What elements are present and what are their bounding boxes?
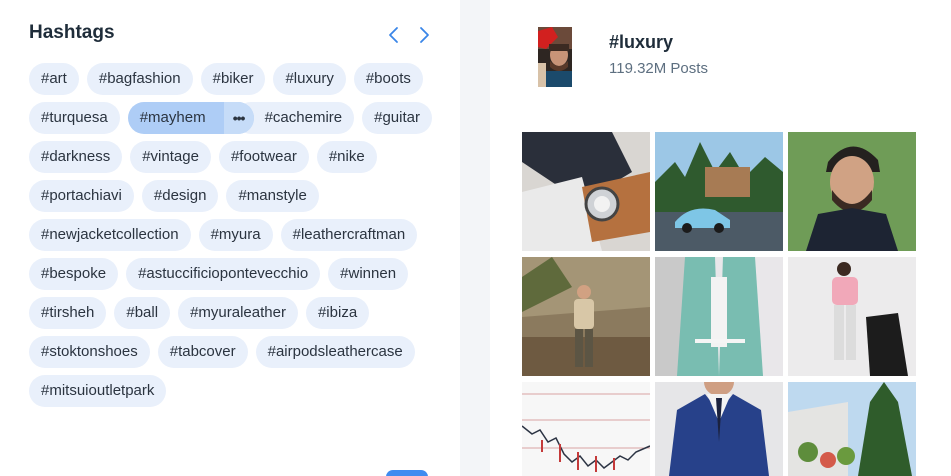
hashtag-chip[interactable]: #winnen: [328, 258, 409, 290]
chevron-left-icon[interactable]: [383, 24, 405, 46]
post-thumbnail[interactable]: [655, 132, 783, 251]
hashtag-chip[interactable]: #design: [141, 180, 219, 212]
hashtag-chip[interactable]: #footwear: [218, 141, 309, 173]
hashtag-chip[interactable]: #airpodsleathercase: [255, 336, 415, 368]
panel-divider: [460, 0, 490, 476]
post-thumbnail[interactable]: [522, 257, 650, 376]
more-horizontal-icon[interactable]: •••: [223, 102, 254, 134]
hashtag-chip-label: #mayhem: [139, 109, 206, 126]
hashtag-chip[interactable]: #newjacketcollection: [29, 219, 191, 251]
hashtag-chip[interactable]: #turquesa: [29, 102, 120, 134]
hashtag-detail-panel: #luxury 119.32M Posts: [490, 0, 951, 476]
hashtag-chip[interactable]: #art: [29, 63, 79, 95]
post-thumbnail[interactable]: [655, 257, 783, 376]
hashtag-chip[interactable]: #bespoke: [29, 258, 119, 290]
hashtag-chip[interactable]: #tabcover: [157, 336, 248, 368]
hashtag-chip[interactable]: #astuccificiopontevecchio: [126, 258, 321, 290]
hashtag-chip[interactable]: #myuraleather: [178, 297, 298, 329]
post-thumbnail[interactable]: [655, 382, 783, 476]
post-thumbnail[interactable]: [788, 382, 916, 476]
post-count: 119.32M Posts: [609, 60, 708, 77]
hashtag-list: #art #bagfashion #biker #luxury #boots #…: [29, 63, 439, 407]
hashtag-title: #luxury: [609, 32, 674, 52]
post-thumbnail[interactable]: [522, 382, 650, 476]
hashtag-chip[interactable]: #vintage: [130, 141, 211, 173]
post-thumbnail[interactable]: [522, 132, 650, 251]
hashtag-chip[interactable]: #stoktonshoes: [29, 336, 150, 368]
hashtag-chip[interactable]: #boots: [353, 63, 423, 95]
chevron-right-icon[interactable]: [413, 24, 435, 46]
post-thumbnail[interactable]: [788, 257, 916, 376]
hashtag-chip[interactable]: #manstyle: [226, 180, 319, 212]
scroll-indicator[interactable]: [386, 470, 428, 476]
panel-title: Hashtags: [29, 22, 115, 43]
hashtag-chip[interactable]: #portachiavi: [29, 180, 134, 212]
hashtag-chip[interactable]: #darkness: [29, 141, 123, 173]
hashtags-panel: Hashtags #art #bagfashion #biker #luxury…: [0, 0, 460, 476]
hashtag-chip[interactable]: #ball: [114, 297, 171, 329]
hashtag-chip[interactable]: #bagfashion: [86, 63, 193, 95]
hashtag-chip[interactable]: #luxury: [273, 63, 346, 95]
hashtag-chip[interactable]: #guitar: [362, 102, 432, 134]
hashtag-thumbnail: [538, 27, 572, 87]
hashtag-chip[interactable]: #biker: [200, 63, 266, 95]
hashtag-chip[interactable]: #ibiza: [305, 297, 370, 329]
hashtag-chip[interactable]: #nike: [316, 141, 377, 173]
hashtag-chip[interactable]: #mitsuioutletpark: [29, 375, 167, 407]
hashtag-chip[interactable]: #myura: [198, 219, 273, 251]
hashtag-chip[interactable]: #tirsheh: [29, 297, 107, 329]
post-thumbnail[interactable]: [788, 132, 916, 251]
hashtag-chip-selected[interactable]: #mayhem •••: [127, 102, 254, 134]
hashtag-chip[interactable]: #leathercraftman: [280, 219, 418, 251]
